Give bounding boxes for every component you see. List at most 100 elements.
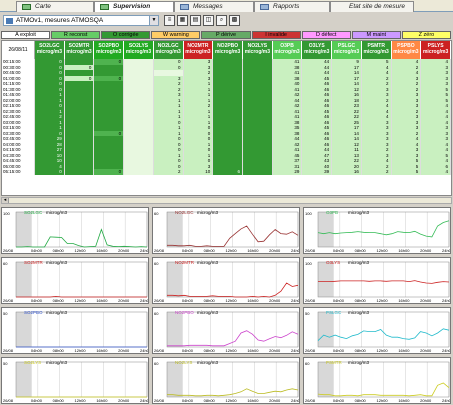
table-cell: 6 (213, 169, 243, 175)
chart-series-name: NO2LYS (175, 360, 193, 365)
chart-unit: microg/m3 (348, 210, 370, 215)
chart-panel[interactable]: NO2PBO microg/m3 60 26/08 04h00 08h00 12h00 16h… (152, 307, 300, 354)
night-shade (167, 212, 183, 247)
x-axis-tick-label: 16h00 (96, 348, 108, 353)
x-axis-tick-label: 04h00 (30, 348, 42, 353)
chart-unit: microg/m3 (46, 310, 68, 315)
chart-panel[interactable]: SO2MTR microg/m3 60 26/08 04h00 08h00 12h00 16h… (1, 257, 149, 304)
chart-panel[interactable]: O3LYS microg/m3 100 26/08 04h00 08h00 12h00 16h… (303, 257, 451, 304)
app-window: Carte Supervision Messages Rapports Etat… (0, 0, 453, 405)
night-shade (16, 262, 32, 297)
tab-label: Messages (193, 3, 223, 10)
column-header[interactable]: NO2PBO microg/m3 (213, 41, 243, 59)
x-axis-tick-label: 16h00 (247, 348, 259, 353)
table-cell (124, 169, 154, 175)
legend-item: Z zéro (401, 31, 451, 39)
chevron-down-icon[interactable]: ▼ (149, 16, 158, 25)
chart-icon[interactable]: ▤ (190, 15, 201, 26)
chart-unit: microg/m3 (46, 210, 68, 215)
site-selector[interactable]: ATMOv1, mesures ATMOSQA ▼ (3, 15, 159, 26)
tab-label: Supervision (113, 3, 151, 10)
grid-icon[interactable]: ◫ (203, 15, 214, 26)
zoom-icon[interactable]: ⌕ (216, 15, 227, 26)
chart-series-name: SO2PBO (24, 310, 43, 315)
tab-rapports[interactable]: Rapports (254, 1, 330, 12)
x-axis-start-label: 26/08 (305, 248, 316, 253)
y-axis-max-label: 50 (305, 311, 310, 316)
settings-icon[interactable]: ▩ (229, 15, 240, 26)
column-unit: microg/m3 (363, 49, 389, 55)
table-cell: 29 (272, 169, 303, 175)
table-cell: 0 (94, 169, 125, 175)
x-axis-tick-label: 08h00 (203, 248, 215, 253)
tab-label: Etat site de mesure (349, 3, 405, 10)
x-axis-tick-label: 12h00 (74, 248, 86, 253)
x-axis-tick-label: 16h00 (247, 298, 259, 303)
night-shade (16, 312, 32, 347)
x-axis-tick-label: 08h00 (52, 398, 64, 403)
column-header[interactable]: SO2MTR microg/m3 (64, 41, 95, 59)
tab-etat-site[interactable]: Etat site de mesure (330, 1, 414, 12)
x-axis-tick-label: 12h00 (74, 348, 86, 353)
x-axis-tick-label: 12h00 (225, 298, 237, 303)
chart-series-name: NO2MTR (175, 260, 194, 265)
column-header[interactable]: SO2LYS microg/m3 (124, 41, 154, 59)
y-axis-max-label: 50 (3, 311, 8, 316)
chart-panel[interactable]: SO2LYS microg/m3 50 26/08 04h00 08h00 12h00 16h… (1, 357, 149, 404)
x-axis-tick-label: 04h00 (181, 348, 193, 353)
x-axis-tick-label: 08h00 (354, 248, 366, 253)
x-axis-tick-label: 08h00 (354, 398, 366, 403)
chart-panel[interactable]: PSLGC microg/m3 50 26/08 04h00 08h00 12h00 16h0… (303, 307, 451, 354)
x-axis-tick-label: 20h00 (269, 348, 281, 353)
table-icon[interactable]: ▦ (177, 15, 188, 26)
table-row[interactable]: 05:15:00 0 0 2 10 6 29 39 16 2 5 4 (2, 169, 451, 175)
x-axis-tick-label: 16h00 (398, 348, 410, 353)
scroll-left-icon[interactable]: ◂ (2, 198, 9, 203)
chart-panel[interactable]: SO2PBO microg/m3 50 26/08 04h00 08h00 12h00 16h… (1, 307, 149, 354)
x-axis-tick-label: 24h00 (140, 398, 149, 403)
y-axis-max-label: 100 (3, 211, 10, 216)
table-cell: 0 (35, 169, 65, 175)
table-cell: 39 (302, 169, 333, 175)
x-axis-tick-label: 08h00 (203, 348, 215, 353)
chart-panel[interactable]: NO2LYS microg/m3 60 26/08 04h00 08h00 12h00 16h… (152, 357, 300, 404)
chart-panel[interactable]: O3PB microg/m3 100 26/08 04h00 08h00 12h00 16h0… (303, 207, 451, 254)
x-axis-tick-label: 04h00 (181, 248, 193, 253)
tab-label: Rapports (273, 3, 300, 10)
chart-panel[interactable]: SO2LGC microg/m3 100 26/08 04h00 08h00 12h00 16… (1, 207, 149, 254)
night-shade (318, 212, 334, 247)
column-header[interactable]: PSLGC microg/m3 (332, 41, 362, 59)
row-time: 05:15:00 (2, 169, 35, 175)
column-header[interactable]: NO2LGC microg/m3 (153, 41, 184, 59)
column-header[interactable]: NO2MTR microg/m3 (183, 41, 214, 59)
horizontal-scrollbar[interactable]: ◂ (1, 197, 452, 204)
y-axis-max-label: 100 (305, 261, 312, 266)
x-axis-tick-label: 12h00 (225, 248, 237, 253)
y-axis-max-label: 50 (3, 361, 8, 366)
measurements-table: 26/08/11 SO2LGC microg/m3 SO2MTR microg/m3 SO… (1, 40, 452, 196)
column-header[interactable]: O3LYS microg/m3 (302, 41, 333, 59)
column-header[interactable]: PSPBO microg/m3 (391, 41, 422, 59)
tab-messages[interactable]: Messages (174, 1, 254, 12)
column-header[interactable]: PSMTR microg/m3 (361, 41, 392, 59)
x-axis-tick-label: 24h00 (442, 398, 451, 403)
column-header[interactable]: PSLYS microg/m3 (421, 41, 451, 59)
tab-supervision[interactable]: Supervision (94, 1, 174, 12)
column-header[interactable]: O3PB microg/m3 (272, 41, 303, 59)
column-header[interactable]: SO2PBO microg/m3 (94, 41, 125, 59)
x-axis-tick-label: 24h00 (291, 348, 300, 353)
column-header[interactable]: SO2LGC microg/m3 (35, 41, 65, 59)
chart-series-name: O3LYS (326, 260, 341, 265)
column-unit: microg/m3 (96, 49, 122, 55)
chart-panel[interactable]: NO2LGC microg/m3 60 26/08 04h00 08h00 12h00 16h… (152, 207, 300, 254)
x-axis-tick-label: 04h00 (332, 348, 344, 353)
legend-item: O corrigée (101, 31, 151, 39)
tab-carte[interactable]: Carte (16, 1, 94, 12)
main-tab-bar: Carte Supervision Messages Rapports Etat… (0, 0, 453, 12)
chart-panel[interactable]: NO2MTR microg/m3 60 26/08 04h00 08h00 12h00 16h… (152, 257, 300, 304)
list-icon[interactable]: ≡ (164, 15, 175, 26)
table-cell: 5 (391, 169, 422, 175)
column-header[interactable]: NO2LYS microg/m3 (243, 41, 273, 59)
x-axis-tick-label: 24h00 (291, 398, 300, 403)
chart-panel[interactable]: PSMTR microg/m3 60 26/08 04h00 08h00 12h00 16h0… (303, 357, 451, 404)
